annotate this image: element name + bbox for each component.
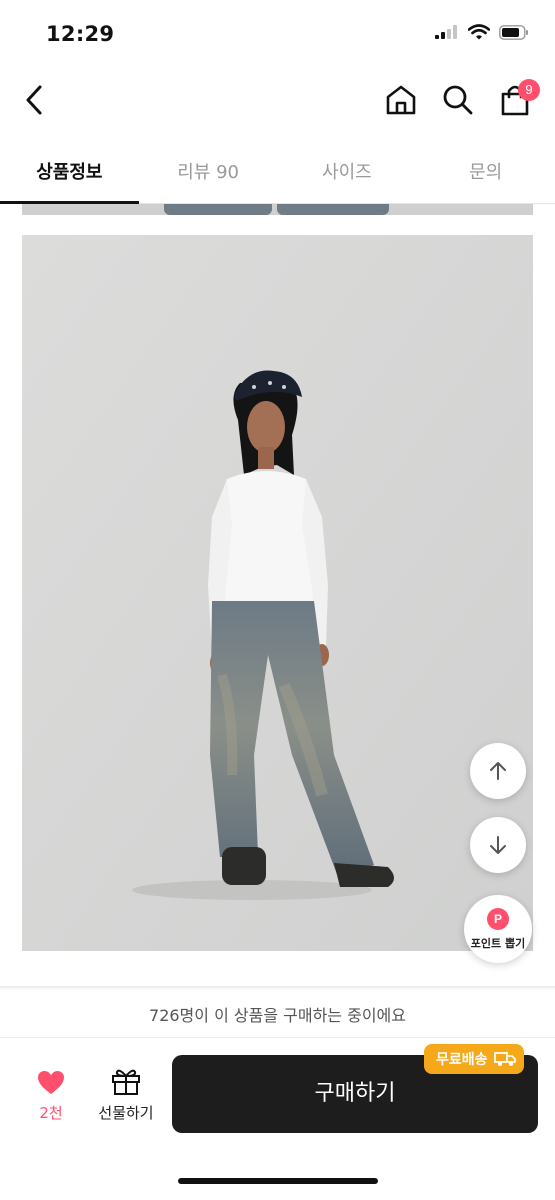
cart-count-badge: 9 — [518, 79, 540, 101]
back-button[interactable] — [12, 78, 56, 122]
top-nav-bar: 9 — [0, 66, 555, 138]
heart-icon — [38, 1071, 64, 1094]
like-button[interactable]: 2천 — [22, 1070, 80, 1130]
free-shipping-badge: 무료배송 — [424, 1044, 524, 1074]
search-icon — [443, 85, 473, 115]
scroll-down-button[interactable] — [470, 817, 526, 873]
point-draw-button[interactable]: P 포인트 뽑기 — [464, 895, 532, 963]
previous-product-photo — [22, 204, 533, 215]
arrow-down-icon — [490, 836, 506, 854]
gift-button[interactable]: 선물하기 — [90, 1068, 162, 1130]
search-button[interactable] — [436, 78, 480, 122]
status-bar: 12:29 — [0, 0, 555, 66]
scroll-up-button[interactable] — [470, 743, 526, 799]
product-tabs: 상품정보 리뷰 90 사이즈 문의 — [0, 138, 555, 204]
arrow-up-icon — [490, 762, 506, 780]
model-figure — [22, 235, 533, 951]
home-icon — [386, 85, 416, 115]
point-badge-icon: P — [487, 907, 509, 930]
product-detail-content[interactable] — [0, 204, 555, 986]
battery-icon — [499, 24, 528, 40]
point-draw-label: 포인트 뽑기 — [470, 936, 526, 950]
tab-size[interactable]: 사이즈 — [278, 138, 417, 203]
status-icons — [435, 24, 529, 40]
cart-button[interactable]: 9 — [493, 78, 540, 122]
tab-product-info[interactable]: 상품정보 — [0, 138, 139, 204]
status-time: 12:29 — [46, 22, 115, 46]
cellular-signal-icon — [435, 25, 457, 39]
gift-icon — [112, 1069, 140, 1095]
buying-now-notice: 726명이 이 상품을 구매하는 중이에요 — [0, 990, 555, 1038]
tab-inquiry[interactable]: 문의 — [416, 138, 555, 203]
truck-icon — [493, 1052, 516, 1066]
home-indicator — [178, 1178, 378, 1184]
tab-reviews[interactable]: 리뷰 90 — [139, 138, 278, 203]
gift-label: 선물하기 — [98, 1104, 154, 1122]
home-button[interactable] — [379, 78, 423, 122]
wifi-icon — [468, 24, 490, 40]
product-photo — [22, 235, 533, 951]
free-shipping-label: 무료배송 — [436, 1052, 488, 1068]
like-count: 2천 — [39, 1104, 63, 1122]
back-chevron-icon — [26, 85, 42, 115]
purchase-action-bar: 2천 선물하기 구매하기 무료배송 — [0, 1038, 555, 1200]
